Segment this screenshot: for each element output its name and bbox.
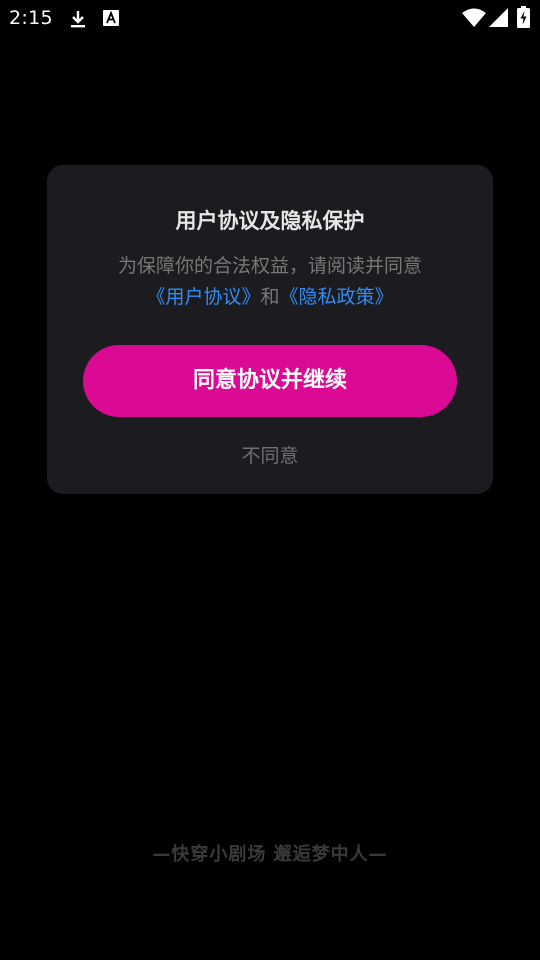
dialog-description: 为保障你的合法权益，请阅读并同意 《用户协议》和《隐私政策》 [47,251,493,313]
description-links-line: 《用户协议》和《隐私政策》 [47,282,493,313]
conjunction-text: 和 [260,286,280,308]
user-agreement-link[interactable]: 《用户协议》 [146,286,260,308]
disagree-button[interactable]: 不同意 [220,441,320,471]
app-screen: 2:15 用户协议及隐私保护 为保障你的合法权益，请阅读并同意 《用户协议》和《… [0,0,540,960]
battery-charging-icon [517,6,530,32]
description-text: 为保障你的合法权益，请阅读并同意 [117,255,422,277]
status-bar: 2:15 [0,0,540,38]
dialog-title: 用户协议及隐私保护 [175,209,365,233]
agree-continue-button[interactable]: 同意协议并继续 [83,345,457,417]
status-time: 2:15 [9,7,53,29]
agreement-dialog: 用户协议及隐私保护 为保障你的合法权益，请阅读并同意 《用户协议》和《隐私政策》… [47,165,493,494]
app-slogan: —快穿小剧场 邂逅梦中人— [152,844,388,865]
download-icon [68,9,88,33]
cellular-signal-icon [489,8,508,31]
wifi-icon [462,8,486,32]
a-notification-icon [103,10,119,30]
privacy-policy-link[interactable]: 《隐私政策》 [280,286,394,308]
